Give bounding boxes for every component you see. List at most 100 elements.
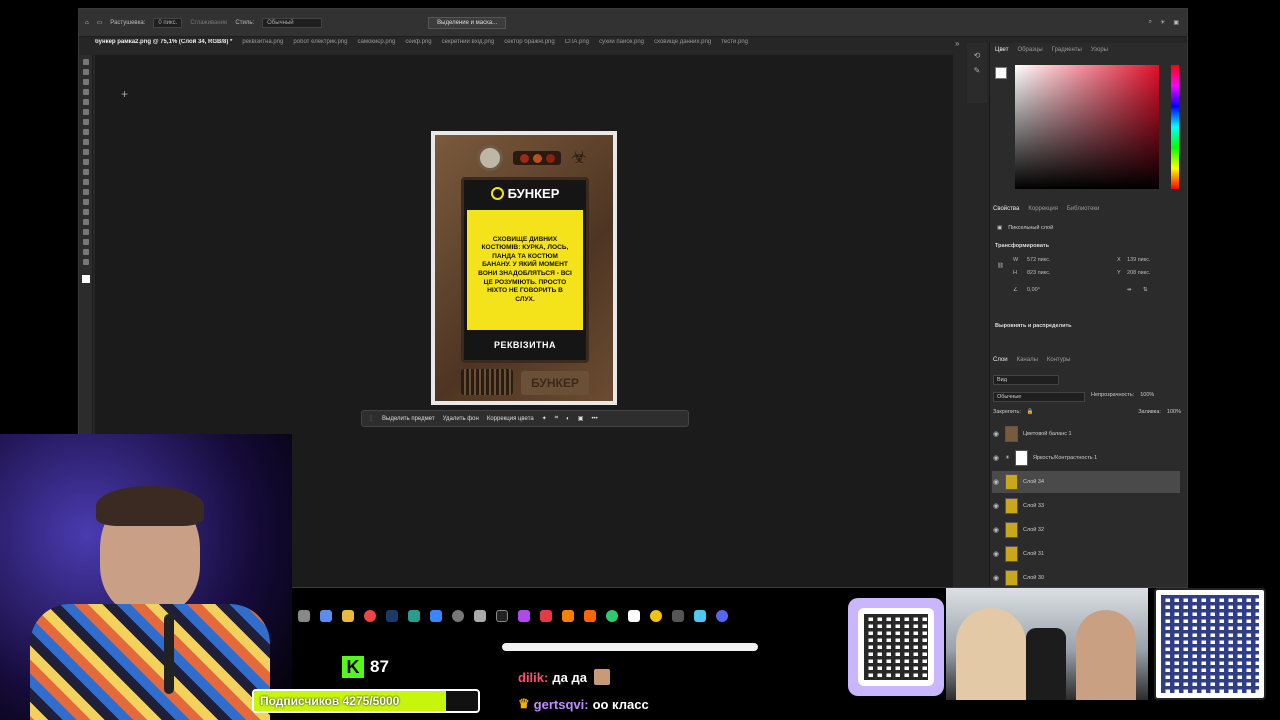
document-image[interactable]: ☣ БУНКЕР СХОВИЩЕ ДИВНИХ КОСТЮМІВ: КУРКА,… — [431, 131, 617, 405]
layer-row[interactable]: ◉ Слой 33 — [992, 495, 1180, 517]
marquee-icon[interactable]: ▭ — [97, 19, 103, 26]
eye-icon[interactable]: ◉ — [992, 478, 1000, 486]
crop-tool-icon[interactable] — [82, 99, 89, 105]
folder-icon[interactable] — [342, 610, 354, 622]
antialias-checkbox[interactable]: Сглаживание — [190, 20, 227, 26]
app-icon[interactable] — [606, 610, 618, 622]
flip-h-icon[interactable]: ⇹ — [1127, 287, 1132, 293]
tab-swatches[interactable]: Образцы — [1017, 47, 1042, 53]
workspace-icon[interactable]: ▣ — [1173, 19, 1179, 26]
eye-icon[interactable]: ◉ — [992, 454, 1000, 462]
feather-input[interactable]: 0 пикс. — [153, 17, 183, 28]
tab[interactable]: сейф.png — [405, 39, 431, 53]
layer-row[interactable]: ◉ Слой 30 — [992, 567, 1180, 587]
settings-icon[interactable] — [452, 610, 464, 622]
app-icon[interactable] — [650, 610, 662, 622]
search-icon[interactable]: ⌕ — [1149, 19, 1152, 26]
lock-icon[interactable]: 🔒 — [1027, 409, 1034, 415]
apps-icon[interactable] — [320, 610, 332, 622]
path-select-icon[interactable] — [82, 229, 89, 235]
lasso-tool-icon[interactable] — [82, 79, 89, 85]
blur-tool-icon[interactable] — [82, 189, 89, 195]
app-icon[interactable] — [540, 610, 552, 622]
history-icon[interactable]: ⟲ — [967, 51, 987, 60]
eye-icon[interactable]: ◉ — [992, 502, 1000, 510]
layer-row[interactable]: ◉ ☀ Яркость/Контрастность 1 — [992, 447, 1180, 469]
fill-field[interactable]: 100% — [1167, 409, 1181, 415]
align-section[interactable]: Выровнять и распределить — [995, 323, 1072, 329]
crop-icon[interactable]: ⌗ — [555, 415, 558, 422]
app-icon[interactable] — [518, 610, 530, 622]
move-tool-icon[interactable] — [82, 59, 89, 65]
history-brush-icon[interactable] — [82, 159, 89, 165]
tab[interactable]: сховище данних.png — [654, 39, 711, 53]
tab-adjustments[interactable]: Коррекция — [1028, 206, 1058, 212]
app-icon[interactable] — [474, 610, 486, 622]
tab-patterns[interactable]: Узоры — [1091, 47, 1108, 53]
shape-tool-icon[interactable] — [82, 239, 89, 245]
opacity-field[interactable]: 100% — [1140, 392, 1154, 402]
brush-tool-icon[interactable] — [82, 139, 89, 145]
flip-v-icon[interactable]: ⇅ — [1143, 287, 1148, 293]
eyedropper-tool-icon[interactable] — [82, 119, 89, 125]
hue-slider[interactable] — [1171, 65, 1179, 189]
adjustment-layer-icon[interactable]: ▣ — [578, 415, 584, 422]
layer-row[interactable]: ◉ Слой 31 — [992, 543, 1180, 565]
select-and-mask-button[interactable]: Выделение и маска... — [428, 16, 507, 29]
vlc-icon[interactable] — [584, 610, 596, 622]
tab[interactable]: робот електрик.png — [293, 39, 347, 53]
eye-icon[interactable]: ◉ — [992, 526, 1000, 534]
tab-properties[interactable]: Свойства — [993, 206, 1019, 212]
style-select[interactable]: Обычный — [262, 17, 323, 28]
marquee-tool-icon[interactable] — [82, 69, 89, 75]
select-subject-button[interactable]: Выделить предмет — [382, 416, 435, 422]
tab[interactable]: сектор бражні.png — [504, 39, 555, 53]
zoom-tool-icon[interactable] — [82, 259, 89, 265]
link-icon[interactable]: ⛓ — [997, 263, 1004, 269]
gradient-tool-icon[interactable] — [82, 179, 89, 185]
eraser-tool-icon[interactable] — [82, 169, 89, 175]
app-icon[interactable] — [628, 610, 640, 622]
color-picker-field[interactable] — [1015, 65, 1159, 189]
x-field[interactable]: 139 пикс. — [1127, 257, 1151, 263]
more-icon[interactable]: ••• — [591, 416, 597, 422]
eye-icon[interactable]: ◉ — [992, 574, 1000, 582]
eye-icon[interactable]: ◉ — [992, 550, 1000, 558]
search-icon[interactable] — [298, 610, 310, 622]
tab-libraries[interactable]: Библиотеки — [1067, 206, 1100, 212]
eye-icon[interactable]: ◉ — [992, 430, 1000, 438]
tab[interactable]: тести.png — [721, 39, 748, 53]
transform-section[interactable]: Трансформировать — [995, 243, 1049, 249]
app-icon[interactable] — [496, 610, 508, 622]
home-icon[interactable]: ⌂ — [85, 20, 89, 26]
adjust-icon[interactable]: ◐ — [566, 416, 570, 422]
tab-active[interactable]: бункер рамка2.png @ 75,1% (Слой 34, RGB/… — [95, 39, 232, 53]
layer-row[interactable]: ◉ Слой 32 — [992, 519, 1180, 541]
fg-bg-swatch[interactable] — [995, 67, 1007, 79]
healing-tool-icon[interactable] — [82, 129, 89, 135]
discord-icon[interactable] — [716, 610, 728, 622]
lightbulb-icon[interactable]: ☀ — [1160, 19, 1165, 26]
layer-row-selected[interactable]: ◉ Слой 34 — [992, 471, 1180, 493]
app-icon[interactable] — [562, 610, 574, 622]
generative-fill-icon[interactable]: ✦ — [542, 415, 547, 422]
y-field[interactable]: 208 пикс. — [1127, 270, 1151, 276]
app-icon[interactable] — [430, 610, 442, 622]
stamp-tool-icon[interactable] — [82, 149, 89, 155]
tab[interactable]: СПА.png — [565, 39, 589, 53]
frame-tool-icon[interactable] — [82, 109, 89, 115]
foreground-color-swatch[interactable] — [81, 275, 90, 283]
color-correction-button[interactable]: Коррекция цвета — [487, 416, 534, 422]
hand-tool-icon[interactable] — [82, 249, 89, 255]
app-icon[interactable] — [694, 610, 706, 622]
height-field[interactable]: 823 пикс. — [1027, 270, 1051, 276]
tabs-overflow-icon[interactable]: » — [955, 39, 959, 48]
remove-background-button[interactable]: Удалить фон — [443, 416, 479, 422]
app-icon[interactable] — [672, 610, 684, 622]
tab-layers[interactable]: Слои — [993, 357, 1008, 363]
tab-color[interactable]: Цвет — [995, 47, 1008, 53]
tab[interactable]: самокиєр.png — [357, 39, 395, 53]
tab-gradients[interactable]: Градиенты — [1052, 47, 1082, 53]
layer-row[interactable]: ◉ Цветовой баланс 1 — [992, 423, 1180, 445]
tab-channels[interactable]: Каналы — [1017, 357, 1038, 363]
